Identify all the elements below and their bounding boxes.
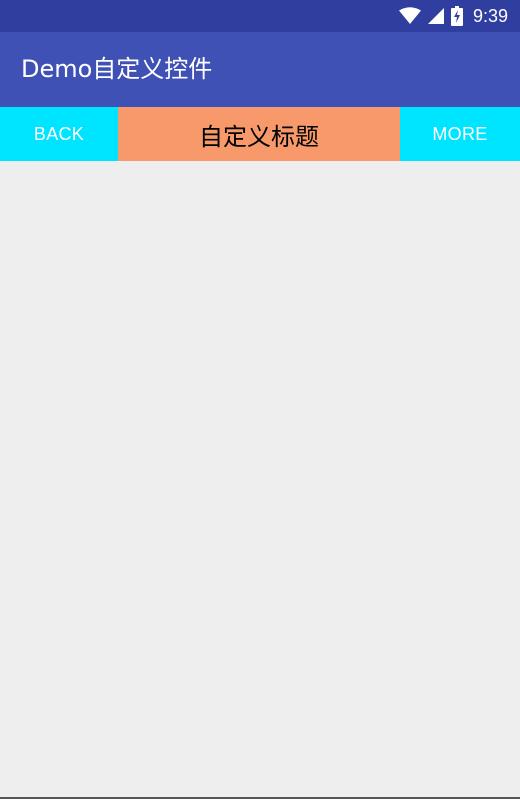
status-time: 9:39: [472, 6, 508, 26]
battery-charging-icon: [450, 6, 463, 26]
content-area: [0, 161, 520, 797]
status-icons: 9:39: [398, 0, 508, 32]
more-button[interactable]: MORE: [400, 107, 520, 161]
app-bar: Demo自定义控件: [0, 32, 520, 107]
back-button[interactable]: BACK: [0, 107, 118, 161]
app-title: Demo自定义控件: [21, 55, 213, 83]
custom-title-bar: BACK 自定义标题 MORE: [0, 107, 520, 161]
custom-title: 自定义标题: [118, 107, 400, 161]
cell-signal-icon: [427, 7, 445, 25]
status-bar: 9:39: [0, 0, 520, 32]
wifi-icon: [398, 7, 421, 25]
